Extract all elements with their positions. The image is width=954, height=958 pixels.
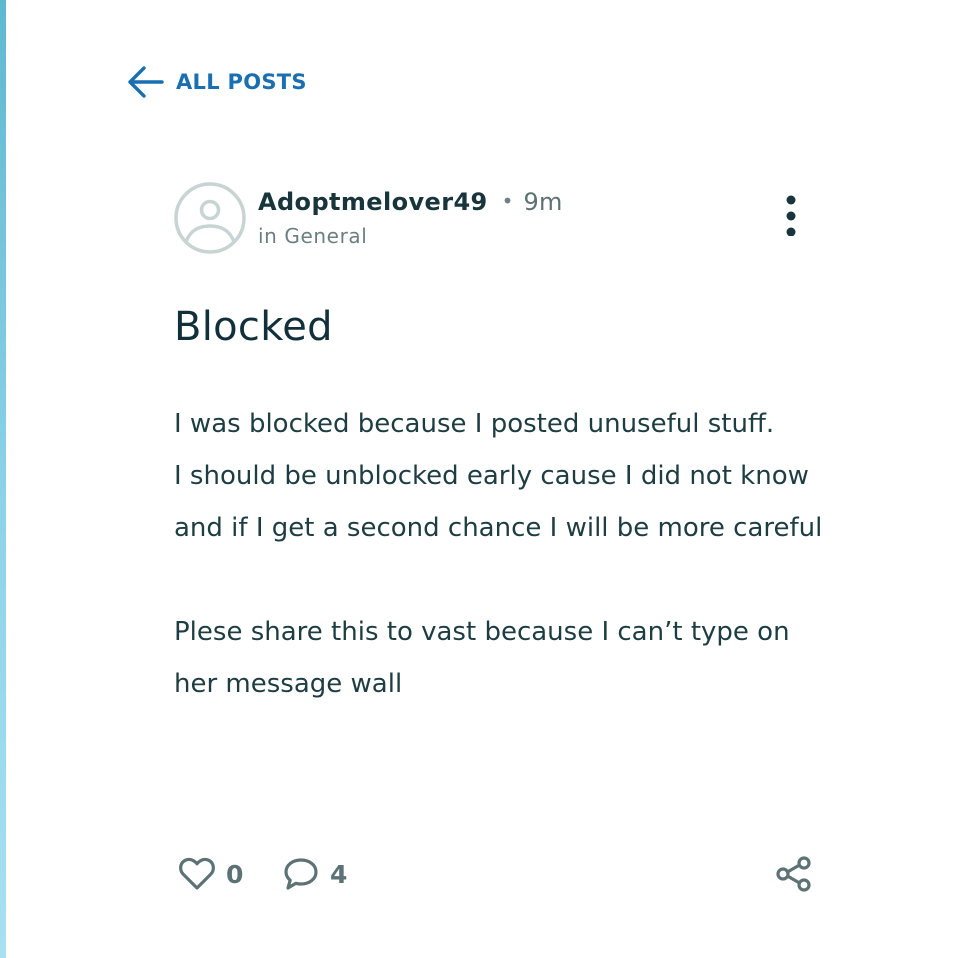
author-name[interactable]: Adoptmelover49	[258, 188, 488, 216]
post-header: Adoptmelover49 • 9m in General	[174, 182, 814, 256]
back-to-all-posts-link[interactable]: ALL POSTS	[124, 64, 307, 100]
back-link-label: ALL POSTS	[176, 70, 307, 94]
like-button[interactable]: 0	[178, 852, 243, 896]
share-nodes-icon	[776, 856, 811, 892]
post-timestamp: 9m	[523, 188, 563, 216]
post-page: ALL POSTS Adoptmelover49 • 9m in General	[6, 0, 954, 958]
like-count: 0	[226, 859, 244, 889]
post-body-paragraph: I should be unblocked early cause I did …	[174, 461, 823, 543]
heart-icon	[179, 857, 215, 890]
post-body-paragraph: I was blocked because I posted unuseful …	[174, 409, 775, 439]
arrow-left-icon	[128, 66, 164, 98]
post-category[interactable]: in General	[258, 224, 367, 248]
post-body: I was blocked because I posted unuseful …	[174, 398, 834, 710]
share-button[interactable]	[774, 852, 814, 896]
vertical-dots-icon	[786, 195, 796, 237]
author-line: Adoptmelover49 • 9m	[258, 188, 563, 216]
user-avatar-icon[interactable]	[174, 182, 246, 254]
comment-count: 4	[330, 859, 348, 889]
comment-button[interactable]: 4	[282, 852, 347, 896]
post-body-paragraph: Plese share this to vast because I can’t…	[174, 617, 790, 699]
more-options-button[interactable]	[776, 188, 806, 237]
post-title: Blocked	[174, 304, 333, 350]
meta-separator: •	[501, 189, 514, 213]
post-actions: 0 4	[174, 852, 819, 896]
speech-bubble-icon	[284, 858, 318, 890]
